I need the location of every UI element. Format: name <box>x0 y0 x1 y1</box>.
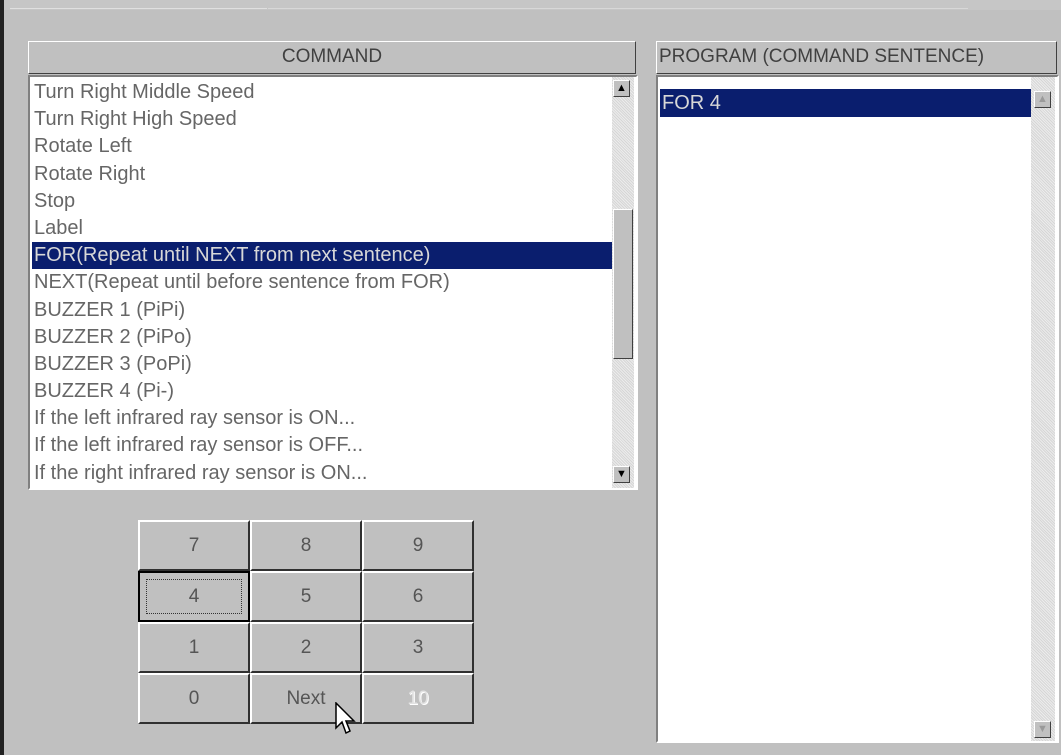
arrow-up-icon[interactable]: ▲ <box>613 80 630 97</box>
key-6[interactable]: 6 <box>362 571 474 622</box>
command-item-selected[interactable]: FOR(Repeat until NEXT from next sentence… <box>32 242 614 270</box>
top-divider <box>10 8 267 9</box>
key-2[interactable]: 2 <box>250 622 362 673</box>
command-item[interactable]: Turn Right Middle Speed <box>32 79 614 106</box>
command-item[interactable]: BUZZER 2 (PiPo) <box>32 324 614 351</box>
arrow-down-icon[interactable]: ▼ <box>1034 721 1051 738</box>
key-7[interactable]: 7 <box>138 520 250 571</box>
program-list[interactable]: FOR 4 ▲ ▼ <box>656 75 1059 743</box>
command-item[interactable]: If the right infrared ray sensor is ON..… <box>32 460 614 487</box>
key-10-disabled: 10 <box>362 673 474 724</box>
command-item[interactable]: Rotate Left <box>32 133 614 160</box>
key-8[interactable]: 8 <box>250 520 362 571</box>
command-list[interactable]: Turn Right Middle Speed Turn Right High … <box>28 75 638 490</box>
window-left-edge <box>0 0 4 755</box>
command-item[interactable]: BUZZER 4 (Pi-) <box>32 378 614 405</box>
program-scrollbar[interactable]: ▲ ▼ <box>1031 77 1055 741</box>
command-items: Turn Right Middle Speed Turn Right High … <box>32 79 614 487</box>
command-item[interactable]: NEXT(Repeat until before sentence from F… <box>32 269 614 296</box>
command-item[interactable]: Label <box>32 215 614 242</box>
command-item[interactable]: BUZZER 3 (PoPi) <box>32 351 614 378</box>
key-1[interactable]: 1 <box>138 622 250 673</box>
mouse-cursor-icon <box>335 702 356 735</box>
key-5[interactable]: 5 <box>250 571 362 622</box>
command-item[interactable]: Stop <box>32 188 614 215</box>
command-item[interactable]: Turn Right High Speed <box>32 106 614 133</box>
focus-indicator <box>146 579 242 614</box>
command-item[interactable]: If the left infrared ray sensor is OFF..… <box>32 432 614 459</box>
key-4[interactable]: 4 <box>138 571 250 622</box>
top-divider <box>268 8 968 9</box>
command-scrollbar[interactable]: ▲ ▼ <box>612 77 634 488</box>
key-3[interactable]: 3 <box>362 622 474 673</box>
key-9[interactable]: 9 <box>362 520 474 571</box>
command-item[interactable]: If the left infrared ray sensor is ON... <box>32 405 614 432</box>
program-header: PROGRAM (COMMAND SENTENCE) <box>656 41 1057 74</box>
command-header: COMMAND <box>28 41 636 74</box>
command-item[interactable]: BUZZER 1 (PiPi) <box>32 297 614 324</box>
key-0[interactable]: 0 <box>138 673 250 724</box>
command-scroll-thumb[interactable] <box>613 209 633 359</box>
arrow-up-icon[interactable]: ▲ <box>1034 91 1051 108</box>
arrow-down-icon[interactable]: ▼ <box>613 466 630 483</box>
program-item-selected[interactable]: FOR 4 <box>660 89 1032 117</box>
command-item[interactable]: Rotate Right <box>32 161 614 188</box>
